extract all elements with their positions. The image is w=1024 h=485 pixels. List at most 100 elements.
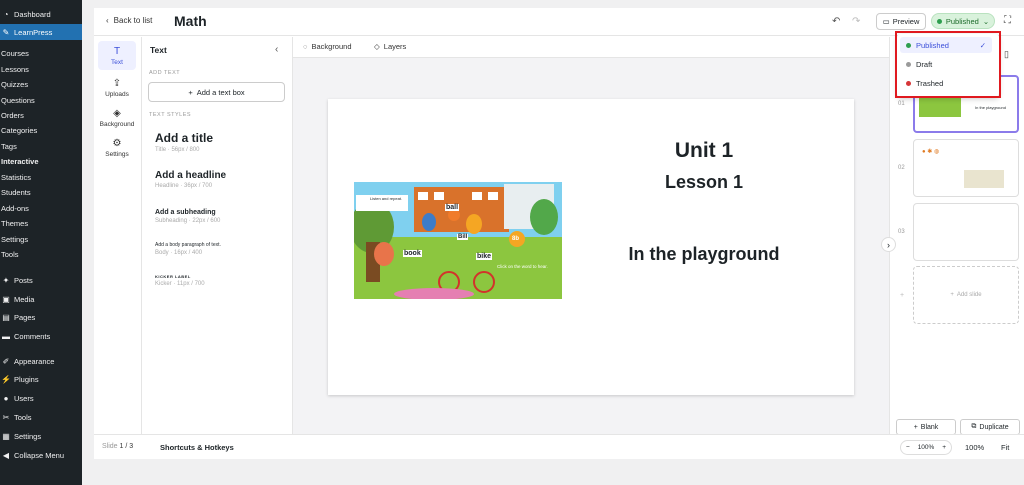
rail-tab-background[interactable]: ◈ Background: [98, 103, 136, 132]
wp-menu-posts[interactable]: ✦ Posts: [0, 272, 82, 288]
media-icon: ▣: [2, 294, 10, 304]
slide-thumbnail-2[interactable]: ● ✱ ◍: [913, 139, 1019, 197]
panel-toggle-icon[interactable]: ▯: [1004, 49, 1009, 60]
wp-submenu-questions[interactable]: Questions: [0, 92, 82, 108]
zoom-value: 100%: [917, 444, 935, 451]
wp-submenu-statistics[interactable]: Statistics: [0, 169, 82, 185]
gear-icon: ⚙: [112, 137, 122, 149]
style-body[interactable]: Add a body paragraph of text. Body · 16px…: [155, 242, 221, 256]
slide-thumbnail-3[interactable]: [913, 203, 1019, 261]
gauge-icon: ◔: [3, 9, 9, 19]
wp-menu-dashboard[interactable]: ◔ Dashboard: [0, 6, 82, 22]
status-option-trashed[interactable]: Trashed: [900, 75, 992, 91]
wp-menu-collapse[interactable]: ◀ Collapse Menu: [0, 447, 82, 463]
plus-icon: +: [950, 292, 954, 298]
wp-submenu-lessons[interactable]: Lessons: [0, 61, 82, 77]
status-dot: [906, 80, 911, 86]
word-bill[interactable]: Bill: [457, 234, 469, 240]
fit-button[interactable]: Fit: [1001, 443, 1009, 452]
thumb-icons: ● ✱ ◍: [922, 149, 940, 155]
back-to-list-button[interactable]: ‹ Back to list: [106, 16, 152, 25]
wp-submenu-settings[interactable]: Settings: [0, 231, 82, 247]
undo-icon[interactable]: ↶: [832, 16, 840, 27]
collapse-icon: ◀: [2, 450, 10, 460]
wp-submenu-themes[interactable]: Themes: [0, 215, 82, 231]
zoom-out-button[interactable]: −: [906, 444, 910, 451]
wp-submenu-quizzes[interactable]: Quizzes: [0, 76, 82, 92]
rail-tab-uploads[interactable]: ⇪ Uploads: [98, 73, 136, 102]
wp-submenu-orders[interactable]: Orders: [0, 107, 82, 123]
wp-menu-appearance[interactable]: ✐ Appearance: [0, 353, 82, 369]
slide-canvas[interactable]: Listen and repeat. ball Bill book bike 8…: [328, 99, 854, 395]
wp-menu-tools[interactable]: ✂ Tools: [0, 409, 82, 425]
style-headline[interactable]: Add a headline Headline · 36px / 700: [155, 170, 226, 189]
thumb-heading: In the playground: [975, 105, 1006, 110]
duplicate-slide-button[interactable]: ⧉ Duplicate: [960, 419, 1020, 435]
wp-menu-media[interactable]: ▣ Media: [0, 291, 82, 307]
user-icon: ●: [3, 393, 9, 403]
wp-submenu-interactive[interactable]: Interactive: [0, 153, 82, 169]
zoom-select[interactable]: 100%: [965, 443, 984, 452]
add-slide-button[interactable]: + Add slide: [913, 266, 1019, 324]
wp-menu-settings[interactable]: ▦ Settings: [0, 428, 82, 444]
wp-submenu-courses[interactable]: Courses: [0, 45, 82, 61]
wp-menu-comments[interactable]: ▬ Comments: [0, 328, 82, 344]
status-menu: Published ✓ Draft Trashed: [897, 34, 999, 97]
blank-slide-button[interactable]: + Blank: [896, 419, 956, 435]
collapse-panel-icon[interactable]: ‹: [275, 44, 278, 55]
monitor-icon: ▭: [882, 17, 890, 26]
zoom-in-button[interactable]: +: [942, 444, 946, 451]
fullscreen-icon[interactable]: ⛶: [1004, 15, 1011, 26]
image-hint: Click on the word to hear.: [497, 264, 548, 269]
status-dropdown[interactable]: Published ⌄: [931, 13, 995, 29]
playground-image[interactable]: Listen and repeat. ball Bill book bike 8…: [354, 182, 562, 299]
chevron-right-icon: ›: [887, 239, 890, 250]
text-icon: T: [113, 45, 121, 57]
layers-icon: ◇: [374, 42, 380, 51]
background-button[interactable]: ◌ Background: [303, 42, 352, 51]
editor-topbar: ‹ Back to list Math ↶ ↷ ▭ Preview Publishe…: [94, 8, 1024, 36]
text-styles-label: TEXT STYLES: [149, 112, 192, 118]
slide-indicator: Slide 1 / 3: [102, 443, 134, 450]
slide-number: 03: [898, 229, 905, 235]
wp-menu-users[interactable]: ● Users: [0, 390, 82, 406]
editor-footer: Slide 1 / 3 Shortcuts & Hotkeys −100% + 1…: [94, 434, 1024, 459]
wp-menu-pages[interactable]: ▤ Pages: [0, 309, 82, 325]
style-kicker[interactable]: KICKER LABEL Kicker · 11px / 700: [155, 274, 205, 287]
background-icon: ◌: [303, 42, 308, 51]
plug-icon: ⚡: [1, 374, 11, 384]
preview-button[interactable]: ▭ Preview: [876, 13, 926, 30]
rail-tab-settings[interactable]: ⚙ Settings: [98, 133, 136, 162]
wp-menu-learnpress[interactable]: ✎ LearnPress: [0, 24, 82, 40]
check-icon: ✓: [979, 40, 986, 50]
word-book[interactable]: book: [403, 250, 422, 257]
copy-icon: ⧉: [971, 423, 977, 430]
wp-submenu-addons[interactable]: Add-ons: [0, 200, 82, 216]
wp-submenu-tools[interactable]: Tools: [0, 246, 82, 262]
slide-unit-title[interactable]: Unit 1: [579, 139, 829, 163]
style-title[interactable]: Add a title Title · 56px / 800: [155, 131, 213, 153]
word-bike[interactable]: bike: [476, 253, 493, 260]
status-option-published[interactable]: Published ✓: [900, 37, 992, 53]
slide-number: 02: [898, 165, 905, 171]
wp-menu-plugins[interactable]: ⚡ Plugins: [0, 371, 82, 387]
wp-submenu-students[interactable]: Students: [0, 184, 82, 200]
status-option-draft[interactable]: Draft: [900, 56, 992, 72]
slide-lesson-title[interactable]: Lesson 1: [579, 172, 829, 193]
plus-icon: +: [913, 423, 918, 431]
status-dot: [906, 42, 911, 48]
layers-button[interactable]: ◇ Layers: [374, 42, 406, 51]
wp-submenu-tags[interactable]: Tags: [0, 138, 82, 154]
redo-icon[interactable]: ↷: [852, 16, 860, 27]
wp-submenu-categories[interactable]: Categories: [0, 122, 82, 138]
brush-icon: ✐: [2, 356, 10, 366]
wp-admin-sidebar: ◔ Dashboard ✎ LearnPress Courses Lessons Q…: [0, 0, 82, 485]
word-ball[interactable]: ball: [445, 204, 460, 211]
next-slide-button[interactable]: ›: [881, 237, 896, 252]
shortcuts-button[interactable]: Shortcuts & Hotkeys: [160, 443, 234, 452]
rail-tab-text[interactable]: T Text: [98, 41, 136, 70]
style-subheading[interactable]: Add a subheading Subheading · 22px / 600: [155, 209, 220, 224]
add-text-box-button[interactable]: + Add a text box: [148, 82, 285, 102]
slide-heading[interactable]: In the playground: [579, 244, 829, 265]
image-instruction: Listen and repeat.: [370, 196, 403, 201]
